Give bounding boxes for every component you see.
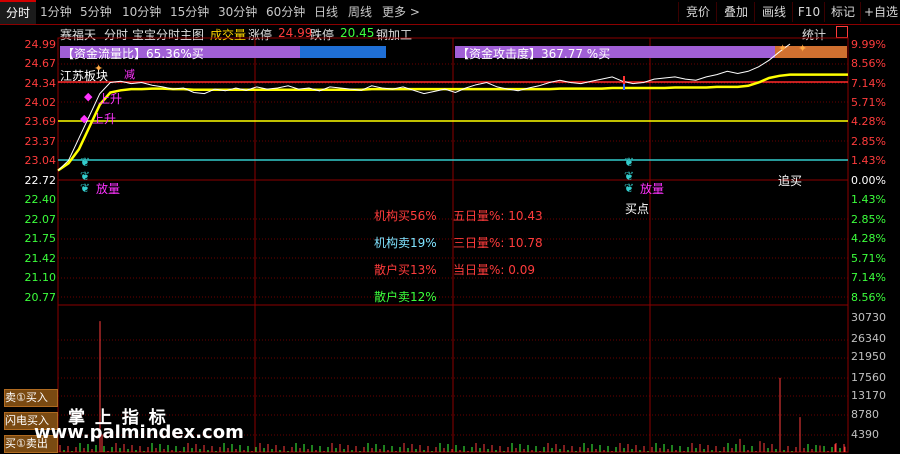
price-line <box>57 43 791 171</box>
stat-inst-sell: 机构卖19% <box>374 236 437 250</box>
butterfly-icon: ❦ <box>624 181 634 195</box>
watermark-url: www.palmindex.com <box>34 422 244 443</box>
up-tag: 上升 <box>92 112 117 126</box>
signal-markers: ❦ ❦ ❦ ❦ ❦ ❦ ◆ ◆ ✦ ✦ ✦ <box>80 42 807 195</box>
stat-inst-buy: 机构买56% <box>374 209 437 223</box>
stat-retail-buy: 散户买13% <box>374 263 437 277</box>
flame-icon: ✦ <box>798 42 807 55</box>
diamond-icon: ◆ <box>80 112 89 125</box>
intraday-chart[interactable]: ❦ ❦ ❦ ❦ ❦ ❦ ◆ ◆ ✦ ✦ ✦ <box>0 0 900 454</box>
fang-liang-tag: 放量 <box>640 182 665 196</box>
fund-flow-label: 【资金流量比】65.36%买 <box>62 47 204 61</box>
sell1-buy-button[interactable]: 卖①买入 <box>4 389 58 407</box>
up-tag: 上升 <box>98 92 123 106</box>
butterfly-icon: ❦ <box>624 155 634 169</box>
butterfly-icon: ❦ <box>80 181 90 195</box>
butterfly-icon: ❦ <box>80 155 90 169</box>
stat-retail-sell: 散户卖12% <box>374 290 437 304</box>
chase-buy-tag: 追买 <box>778 174 803 188</box>
fund-flow-bar-sell <box>300 46 386 58</box>
diamond-icon: ◆ <box>84 90 93 103</box>
buy-point-tag: 买点 <box>625 202 650 216</box>
flame-icon: ✦ <box>778 42 787 55</box>
ratio-today: 当日量%: 0.09 <box>453 263 535 277</box>
fund-attack-label: 【资金攻击度】367.77 %买 <box>457 47 611 61</box>
fang-liang-tag: 放量 <box>96 182 121 196</box>
jian-tag: 减 <box>124 68 135 81</box>
sector-tag: 江苏板块 <box>60 69 109 83</box>
ratio-3day: 三日量%: 10.78 <box>453 236 543 250</box>
ratio-5day: 五日量%: 10.43 <box>453 209 543 223</box>
